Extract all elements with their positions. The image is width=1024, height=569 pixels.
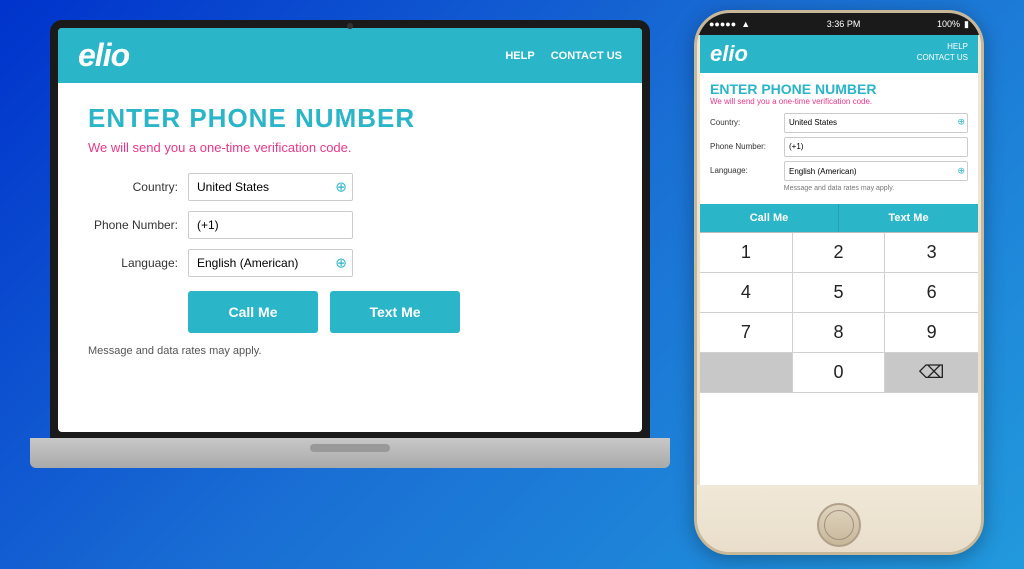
phone-text-me-button[interactable]: Text Me (839, 204, 978, 232)
phone-language-select[interactable]: English (American) (784, 161, 968, 181)
country-select-wrap[interactable]: United States (188, 173, 353, 201)
phone-battery: 100% ▮ (937, 19, 969, 30)
battery-icon: ▮ (964, 19, 969, 30)
phone-main: ENTER PHONE NUMBER We will send you a on… (700, 73, 978, 204)
language-select[interactable]: English (American) (188, 249, 353, 277)
laptop-screen-outer: elio HELP CONTACT US ENTER PHONE NUMBER … (50, 20, 650, 440)
key-0[interactable]: 0 (793, 353, 886, 393)
laptop: elio HELP CONTACT US ENTER PHONE NUMBER … (30, 20, 670, 540)
keypad-grid: 1 2 3 4 5 6 7 8 9 0 ⌫ (700, 233, 978, 393)
call-me-button[interactable]: Call Me (188, 291, 318, 333)
phone-language-select-wrap[interactable]: English (American) (784, 161, 968, 182)
phone-call-me-button[interactable]: Call Me (700, 204, 839, 232)
laptop-page-title: ENTER PHONE NUMBER (88, 103, 612, 134)
phone-signal: ●●●●● ▲ (709, 19, 750, 29)
phone-status-bar: ●●●●● ▲ 3:36 PM 100% ▮ (697, 13, 981, 35)
laptop-header: elio HELP CONTACT US (58, 28, 642, 83)
laptop-logo: elio (78, 37, 129, 74)
phone-body: ●●●●● ▲ 3:36 PM 100% ▮ elio HELP CONTACT… (694, 10, 984, 555)
phone-input[interactable] (188, 211, 353, 239)
key-4[interactable]: 4 (700, 273, 793, 313)
phone-country-select[interactable]: United States (784, 113, 968, 133)
language-select-wrap[interactable]: English (American) (188, 249, 353, 277)
key-8[interactable]: 8 (793, 313, 886, 353)
phone-header: elio HELP CONTACT US (700, 35, 978, 73)
button-row: Call Me Text Me (188, 291, 612, 333)
home-button[interactable] (817, 503, 861, 547)
home-button-inner (824, 510, 854, 540)
key-2[interactable]: 2 (793, 233, 886, 273)
language-label: Language: (88, 256, 178, 270)
key-5[interactable]: 5 (793, 273, 886, 313)
phone-country-row: Country: United States (710, 112, 968, 133)
laptop-subtitle: We will send you a one-time verification… (88, 140, 612, 155)
key-9[interactable]: 9 (885, 313, 978, 353)
phone-nav-contact[interactable]: CONTACT US (917, 52, 968, 63)
laptop-body: ENTER PHONE NUMBER We will send you a on… (58, 83, 642, 377)
phone-country-label: Country: (710, 118, 780, 127)
phone-subtitle: We will send you a one-time verification… (710, 97, 968, 106)
phone-nav-help[interactable]: HELP (917, 41, 968, 52)
key-backspace[interactable]: ⌫ (885, 353, 978, 393)
key-empty (700, 353, 793, 393)
country-select[interactable]: United States (188, 173, 353, 201)
phone-nav-links: HELP CONTACT US (917, 41, 968, 63)
language-row: Language: English (American) (88, 249, 612, 277)
phone: ●●●●● ▲ 3:36 PM 100% ▮ elio HELP CONTACT… (694, 10, 984, 555)
wifi-icon: ▲ (741, 19, 750, 29)
key-3[interactable]: 3 (885, 233, 978, 273)
phone-disclaimer: Message and data rates may apply. (710, 185, 968, 192)
battery-text: 100% (937, 19, 960, 29)
key-7[interactable]: 7 (700, 313, 793, 353)
keypad: Call Me Text Me 1 2 3 4 5 6 7 8 9 0 ⌫ (700, 204, 978, 393)
key-6[interactable]: 6 (885, 273, 978, 313)
laptop-base (30, 438, 670, 468)
keypad-action-row: Call Me Text Me (700, 204, 978, 233)
laptop-disclaimer: Message and data rates may apply. (88, 345, 612, 357)
nav-help[interactable]: HELP (505, 50, 534, 62)
country-row: Country: United States (88, 173, 612, 201)
laptop-nav: HELP CONTACT US (505, 50, 622, 62)
key-1[interactable]: 1 (700, 233, 793, 273)
text-me-button[interactable]: Text Me (330, 291, 460, 333)
phone-phone-input[interactable] (784, 137, 968, 157)
nav-contact[interactable]: CONTACT US (551, 50, 622, 62)
phone-label: Phone Number: (88, 218, 178, 232)
phone-screen: elio HELP CONTACT US ENTER PHONE NUMBER … (700, 35, 978, 485)
phone-language-label: Language: (710, 166, 780, 175)
laptop-screen: elio HELP CONTACT US ENTER PHONE NUMBER … (58, 28, 642, 432)
signal-dots: ●●●●● (709, 19, 736, 29)
phone-logo: elio (710, 41, 748, 67)
laptop-camera (347, 23, 353, 29)
phone-phone-row: Phone Number: (710, 137, 968, 157)
phone-page-title: ENTER PHONE NUMBER (710, 81, 968, 97)
country-label: Country: (88, 180, 178, 194)
phone-country-select-wrap[interactable]: United States (784, 112, 968, 133)
phone-phone-label: Phone Number: (710, 142, 780, 151)
phone-time: 3:36 PM (827, 19, 861, 29)
phone-bottom (697, 485, 981, 555)
phone-row: Phone Number: (88, 211, 612, 239)
phone-language-row: Language: English (American) (710, 161, 968, 182)
